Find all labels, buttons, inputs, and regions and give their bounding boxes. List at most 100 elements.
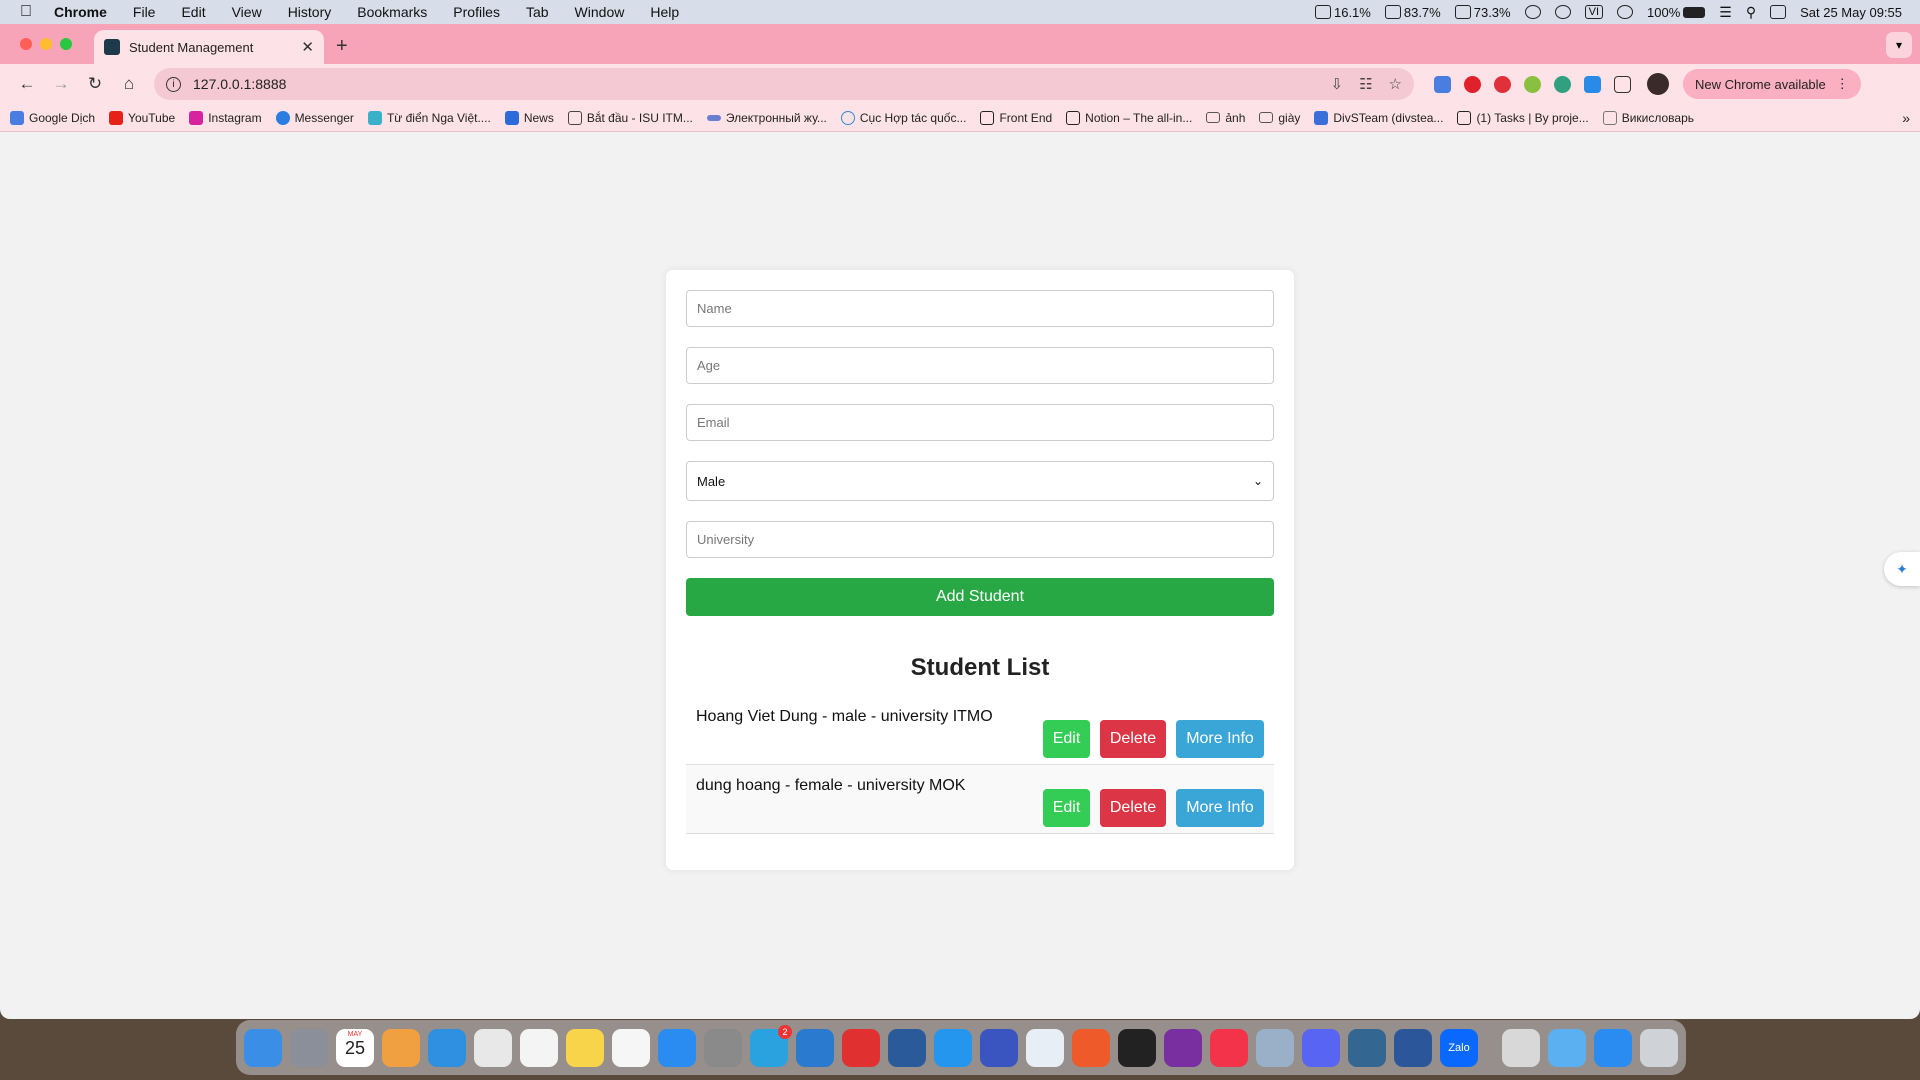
discord-icon[interactable] [1302, 1028, 1340, 1067]
extension-translate-icon[interactable] [1434, 75, 1451, 93]
folder-icon[interactable] [1548, 1028, 1586, 1067]
app-store-2-icon[interactable] [1594, 1028, 1632, 1067]
tab-student-management[interactable]: Student Management ✕ [94, 30, 324, 64]
extension-opera-icon[interactable] [1464, 75, 1481, 93]
more-info-button[interactable]: More Info [1176, 789, 1264, 827]
url-text[interactable]: 127.0.0.1:8888 [193, 76, 1315, 92]
menu-help[interactable]: Help [637, 4, 692, 20]
trash-icon[interactable] [1640, 1028, 1678, 1067]
terminal-icon[interactable] [1118, 1028, 1156, 1067]
sourcetree-icon[interactable] [1026, 1028, 1064, 1067]
vmware-icon[interactable] [980, 1028, 1018, 1067]
onenote-icon[interactable] [1164, 1028, 1202, 1067]
extensions-puzzle-icon[interactable] [1614, 75, 1631, 93]
network-icon[interactable] [1524, 5, 1541, 19]
delete-button[interactable]: Delete [1100, 720, 1166, 758]
spotlight-icon[interactable]: ⚲ [1746, 4, 1756, 21]
reminders-icon[interactable] [612, 1028, 650, 1067]
bookmark-item[interactable]: (1) Tasks | By proje... [1457, 110, 1589, 125]
close-window-button[interactable] [20, 38, 32, 50]
photos-icon[interactable] [382, 1028, 420, 1067]
menu-bookmarks[interactable]: Bookmarks [344, 4, 440, 20]
delete-button[interactable]: Delete [1100, 789, 1166, 827]
close-tab-icon[interactable]: ✕ [301, 38, 314, 56]
disk-status[interactable]: 73.3% [1454, 5, 1511, 20]
install-app-icon[interactable]: ⇩ [1331, 75, 1344, 93]
memory-status[interactable]: 83.7% [1384, 5, 1441, 20]
bookmark-item[interactable]: Notion – The all-in... [1066, 110, 1192, 125]
more-info-button[interactable]: More Info [1176, 720, 1264, 758]
bookmark-item[interactable]: Instagram [189, 110, 262, 125]
more-menu-icon[interactable]: ⋮ [1836, 76, 1849, 92]
bookmark-item[interactable]: Викисловарь [1602, 110, 1694, 125]
headphones-icon[interactable] [1554, 5, 1571, 19]
zalo-icon[interactable]: Zalo [1440, 1028, 1478, 1067]
bookmark-item[interactable]: Электронный жу... [706, 111, 827, 125]
update-chrome-button[interactable]: New Chrome available ⋮ [1683, 69, 1861, 99]
docker-icon[interactable] [934, 1028, 972, 1067]
system-settings-icon[interactable] [704, 1028, 742, 1067]
finder-icon[interactable] [244, 1028, 282, 1067]
chrome-icon[interactable] [474, 1028, 512, 1067]
bookmark-star-icon[interactable]: ☆ [1389, 75, 1402, 93]
battery-status[interactable]: 100% [1647, 5, 1706, 20]
word-icon[interactable] [1394, 1028, 1432, 1067]
add-student-button[interactable]: Add Student [686, 578, 1274, 616]
bookmark-item[interactable]: Messenger [275, 110, 354, 125]
menu-window[interactable]: Window [562, 4, 638, 20]
home-button[interactable]: ⌂ [112, 74, 146, 94]
name-input[interactable]: Name [686, 290, 1274, 327]
bookmark-item[interactable]: Google Dịch [10, 110, 95, 125]
minimize-window-button[interactable] [40, 38, 52, 50]
bookmark-folder[interactable]: giày [1259, 111, 1300, 125]
extension-green-icon[interactable] [1524, 75, 1541, 93]
bookmark-item[interactable]: Cục Hợp tác quốc... [840, 110, 966, 125]
launchpad-icon[interactable] [290, 1028, 328, 1067]
datetime[interactable]: Sat 25 May 09:55 [1800, 5, 1902, 20]
menu-view[interactable]: View [219, 4, 275, 20]
pen-tool-icon[interactable] [1072, 1028, 1110, 1067]
bookmark-item[interactable]: News [504, 110, 554, 125]
site-info-icon[interactable]: i [166, 76, 181, 92]
menu-history[interactable]: History [275, 4, 345, 20]
bookmark-item[interactable]: Từ điển Nga Việt.... [367, 110, 491, 125]
menu-profiles[interactable]: Profiles [440, 4, 513, 20]
address-bar[interactable]: i 127.0.0.1:8888 ⇩ ☷ ☆ [154, 68, 1414, 100]
vscode-icon[interactable] [796, 1028, 834, 1067]
menu-edit[interactable]: Edit [168, 4, 218, 20]
bookmark-folder[interactable]: ảnh [1206, 111, 1245, 125]
telegram-icon[interactable]: 2 [750, 1024, 792, 1067]
edit-button[interactable]: Edit [1043, 720, 1090, 758]
calendar-icon[interactable]: MAY 25 [336, 1028, 374, 1067]
email-input[interactable]: Email [686, 404, 1274, 441]
wifi-icon[interactable]: ☰ [1719, 4, 1732, 21]
profile-avatar[interactable] [1647, 73, 1669, 95]
extension-adblock-icon[interactable] [1494, 75, 1511, 93]
bookmark-item[interactable]: Front End [980, 110, 1052, 125]
preview-icon[interactable] [1256, 1028, 1294, 1067]
extension-shield-icon[interactable] [1554, 75, 1571, 93]
university-input[interactable]: University [686, 521, 1274, 558]
gender-select[interactable]: Male ⌄ [686, 461, 1274, 501]
postgres-icon[interactable] [1348, 1028, 1386, 1067]
downloads-icon[interactable] [1502, 1028, 1540, 1067]
app-store-icon[interactable] [658, 1028, 696, 1067]
back-button[interactable]: ← [10, 74, 44, 94]
apple-menu-icon[interactable]:  [0, 3, 52, 21]
age-input[interactable]: Age [686, 347, 1274, 384]
translate-icon[interactable]: ☷ [1359, 75, 1372, 93]
menu-file[interactable]: File [120, 4, 169, 20]
parallels-icon[interactable] [842, 1028, 880, 1067]
edit-button[interactable]: Edit [1043, 789, 1090, 827]
zoom-window-button[interactable] [60, 38, 72, 50]
more-bookmarks-chevron-icon[interactable]: » [1902, 110, 1910, 126]
play-icon[interactable] [1617, 5, 1634, 19]
bookmark-item[interactable]: Bắt đầu - ISU ITM... [567, 110, 693, 125]
bookmark-item[interactable]: DivSTeam (divstea... [1314, 110, 1443, 125]
extension-download-icon[interactable] [1584, 75, 1601, 93]
menu-tab[interactable]: Tab [513, 4, 562, 20]
music-icon[interactable] [1210, 1028, 1248, 1067]
new-tab-button[interactable]: + [336, 35, 348, 58]
freeform-icon[interactable] [520, 1028, 558, 1067]
tab-search-chevron-icon[interactable]: ▾ [1886, 32, 1912, 58]
